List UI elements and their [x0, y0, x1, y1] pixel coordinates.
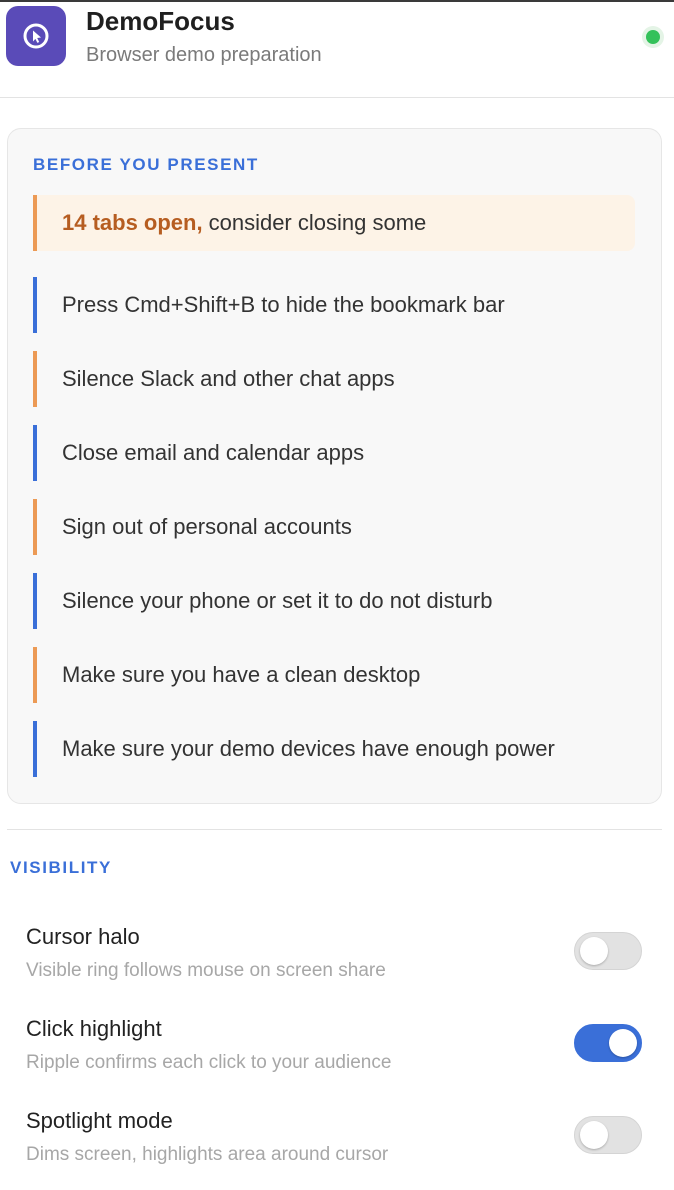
checklist-card: BEFORE YOU PRESENT 14 tabs open, conside… — [7, 128, 662, 804]
setting-description: Ripple confirms each click to your audie… — [26, 1052, 392, 1073]
checklist-item-label: Press Cmd+Shift+B to hide the bookmark b… — [62, 292, 505, 317]
visibility-heading: VISIBILITY — [10, 858, 112, 877]
checklist-item: Silence Slack and other chat apps — [33, 351, 635, 407]
checklist-item-label: Sign out of personal accounts — [62, 514, 352, 539]
app-header: DemoFocus Browser demo preparation — [0, 2, 674, 98]
app-title: DemoFocus — [86, 6, 235, 36]
checklist-item: Make sure you have a clean desktop — [33, 647, 635, 703]
tabs-warning: 14 tabs open, consider closing some — [33, 195, 635, 251]
checklist-item: Silence your phone or set it to do not d… — [33, 573, 635, 629]
checklist-item-label: Silence Slack and other chat apps — [62, 366, 395, 391]
checklist-item: Sign out of personal accounts — [33, 499, 635, 555]
click-highlight-toggle[interactable] — [574, 1024, 642, 1062]
setting-description: Visible ring follows mouse on screen sha… — [26, 960, 386, 981]
setting-title: Click highlight — [26, 1016, 162, 1041]
checklist-item-label: Close email and calendar apps — [62, 440, 365, 465]
toggle-knob — [580, 1121, 608, 1149]
click-highlight-setting: Click highlight Ripple confirms each cli… — [26, 1016, 646, 1088]
spotlight-mode-toggle[interactable] — [574, 1116, 642, 1154]
section-divider — [7, 829, 662, 830]
checklist-item: Close email and calendar apps — [33, 425, 635, 481]
checklist-item: Press Cmd+Shift+B to hide the bookmark b… — [33, 277, 635, 333]
app-subtitle: Browser demo preparation — [86, 44, 322, 66]
checklist-item-label: Make sure your demo devices have enough … — [62, 736, 555, 761]
toggle-knob — [580, 937, 608, 965]
checklist-item-label: Make sure you have a clean desktop — [62, 662, 421, 687]
checklist-item: Make sure your demo devices have enough … — [33, 721, 635, 777]
tabs-warning-text: consider closing some — [208, 210, 427, 235]
setting-title: Spotlight mode — [26, 1108, 173, 1133]
cursor-click-icon — [23, 23, 49, 49]
tabs-count: 14 tabs open, — [62, 210, 203, 235]
setting-title: Cursor halo — [26, 924, 140, 949]
checklist-heading: BEFORE YOU PRESENT — [33, 155, 259, 174]
toggle-knob — [609, 1029, 637, 1057]
cursor-halo-setting: Cursor halo Visible ring follows mouse o… — [26, 924, 646, 996]
status-dot-icon — [646, 30, 660, 44]
spotlight-mode-setting: Spotlight mode Dims screen, highlights a… — [26, 1108, 646, 1180]
checklist-item-label: Silence your phone or set it to do not d… — [62, 588, 493, 613]
app-logo — [6, 6, 66, 66]
setting-description: Dims screen, highlights area around curs… — [26, 1144, 389, 1165]
status-indicator — [642, 26, 664, 48]
cursor-halo-toggle[interactable] — [574, 932, 642, 970]
